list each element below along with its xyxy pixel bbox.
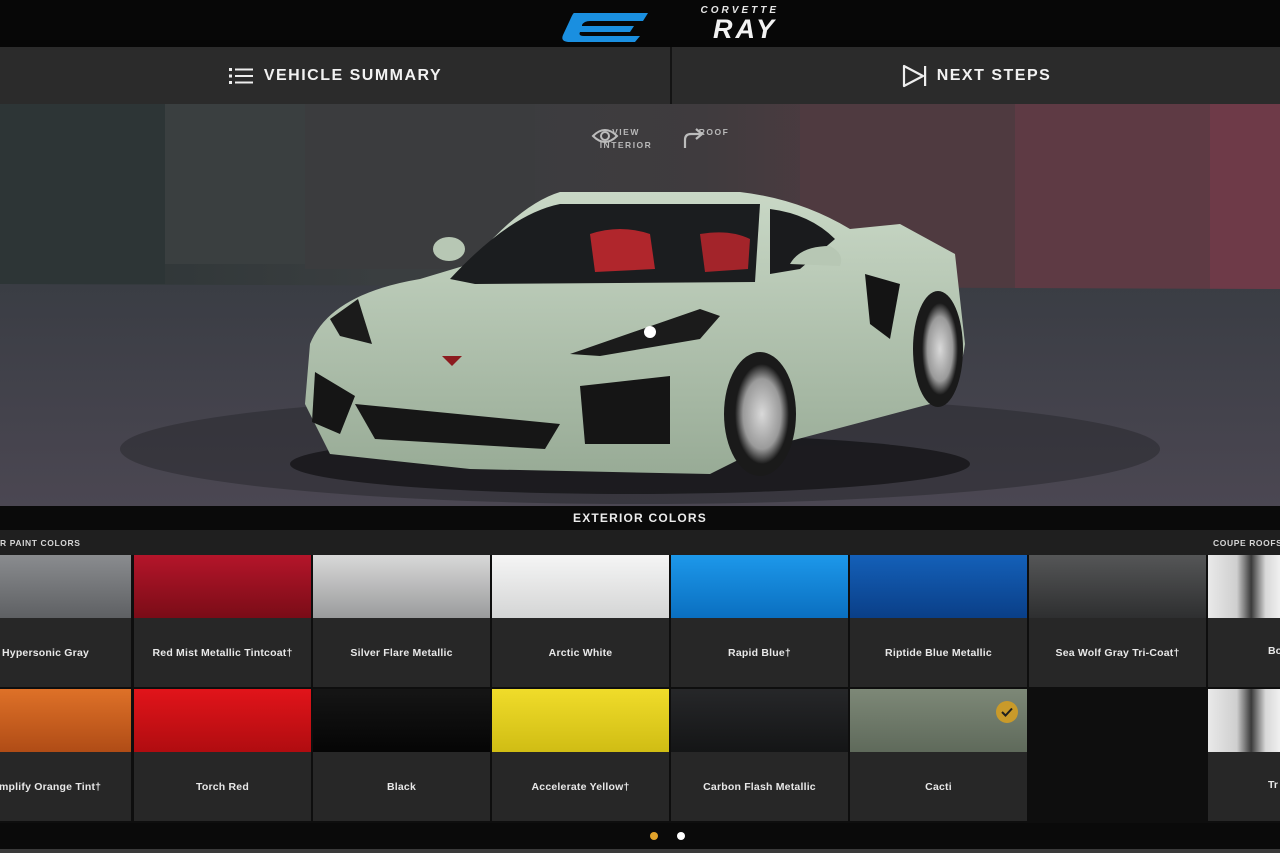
color-swatch	[0, 689, 131, 752]
coupe-roofs-section-label: COUPE ROOFS	[1213, 538, 1280, 548]
color-swatch	[0, 555, 131, 618]
color-tile-arctic-white[interactable]: Arctic White	[492, 555, 669, 687]
rotate-arrow-icon	[683, 128, 704, 148]
vehicle-viewer[interactable]: VIEW INTERIOR ROOF	[0, 104, 1280, 506]
color-swatch	[671, 555, 848, 618]
color-tile-torch-red[interactable]: Torch Red	[134, 689, 311, 821]
exterior-colors-title: EXTERIOR COLORS	[572, 511, 707, 525]
color-swatch-grid: Hypersonic Gray Red Mist Metallic Tintco…	[0, 555, 1280, 823]
color-swatch	[492, 555, 669, 618]
color-tile-rapid-blue[interactable]: Rapid Blue†	[671, 555, 848, 687]
exterior-colors-header: EXTERIOR COLORS	[0, 506, 1280, 530]
color-name: Black	[386, 780, 417, 793]
color-tile-silver-flare[interactable]: Silver Flare Metallic	[313, 555, 490, 687]
top-navigation: VEHICLE SUMMARY NEXT STEPS	[0, 47, 1280, 104]
roof-name: Bo	[1268, 645, 1280, 657]
color-tile-red-mist[interactable]: Red Mist Metallic Tintcoat†	[134, 555, 311, 687]
e-logo-shape	[562, 13, 648, 42]
view-interior-button[interactable]: VIEW INTERIOR	[591, 126, 661, 152]
color-tile-riptide-blue[interactable]: Riptide Blue Metallic	[850, 555, 1027, 687]
paint-colors-section-label: R PAINT COLORS	[0, 538, 81, 548]
color-name: Carbon Flash Metallic	[703, 780, 816, 793]
color-tile-accelerate-yellow[interactable]: Accelerate Yellow†	[492, 689, 669, 821]
next-steps-button[interactable]: NEXT STEPS	[672, 47, 1280, 104]
color-name: Red Mist Metallic Tintcoat†	[152, 646, 293, 659]
roof-tile-transparent[interactable]: Tr	[1208, 689, 1280, 821]
corvette-eray-logo: CORVETTE RAY	[555, 3, 785, 45]
color-swatch	[850, 555, 1027, 618]
color-name: Rapid Blue†	[728, 646, 791, 659]
color-name: Hypersonic Gray	[2, 646, 90, 659]
roof-toggle-button[interactable]: ROOF	[679, 126, 749, 148]
roof-swatch	[1208, 689, 1280, 752]
color-swatch	[492, 689, 669, 752]
color-swatch	[1029, 555, 1206, 618]
color-tile-amplify-orange[interactable]: mplify Orange Tint†	[0, 689, 131, 821]
eye-icon	[591, 129, 619, 143]
color-name: Sea Wolf Gray Tri-Coat†	[1055, 646, 1180, 659]
color-name: Torch Red	[196, 780, 249, 793]
bottom-divider	[0, 849, 1280, 853]
color-name: Arctic White	[548, 646, 613, 659]
roof-name: Tr	[1268, 779, 1278, 791]
color-swatch	[134, 689, 311, 752]
color-swatch	[671, 689, 848, 752]
color-tile-hypersonic-gray[interactable]: Hypersonic Gray	[0, 555, 131, 687]
list-icon	[228, 67, 253, 84]
color-name: Silver Flare Metallic	[350, 646, 453, 659]
color-tile-cacti-selected[interactable]: Cacti	[850, 689, 1027, 821]
color-swatch	[313, 689, 490, 752]
next-steps-label: NEXT STEPS	[936, 66, 1052, 84]
page-dot-1-active[interactable]	[650, 832, 658, 840]
logo-bar: CORVETTE RAY	[0, 0, 1280, 47]
roof-tile-body-color[interactable]: Bo	[1208, 555, 1280, 687]
color-name: Riptide Blue Metallic	[885, 646, 992, 659]
color-swatch	[313, 555, 490, 618]
section-labels-bar: R PAINT COLORS COUPE ROOFS	[0, 530, 1280, 555]
model-text: RAY	[712, 14, 777, 44]
pagination	[0, 823, 1280, 849]
play-icon	[902, 64, 926, 87]
selected-check-icon	[996, 701, 1018, 723]
page-dot-2[interactable]	[677, 832, 685, 840]
color-tile-black[interactable]: Black	[313, 689, 490, 821]
vehicle-summary-button[interactable]: VEHICLE SUMMARY	[0, 47, 670, 104]
color-tile-carbon-flash[interactable]: Carbon Flash Metallic	[671, 689, 848, 821]
color-name: Cacti	[925, 780, 952, 793]
vehicle-summary-label: VEHICLE SUMMARY	[263, 66, 443, 84]
roof-swatch	[1208, 555, 1280, 618]
color-tile-sea-wolf-gray[interactable]: Sea Wolf Gray Tri-Coat†	[1029, 555, 1206, 687]
car-render	[0, 104, 1280, 506]
color-name: Accelerate Yellow†	[531, 780, 630, 793]
color-name: mplify Orange Tint†	[0, 780, 102, 793]
color-swatch	[134, 555, 311, 618]
